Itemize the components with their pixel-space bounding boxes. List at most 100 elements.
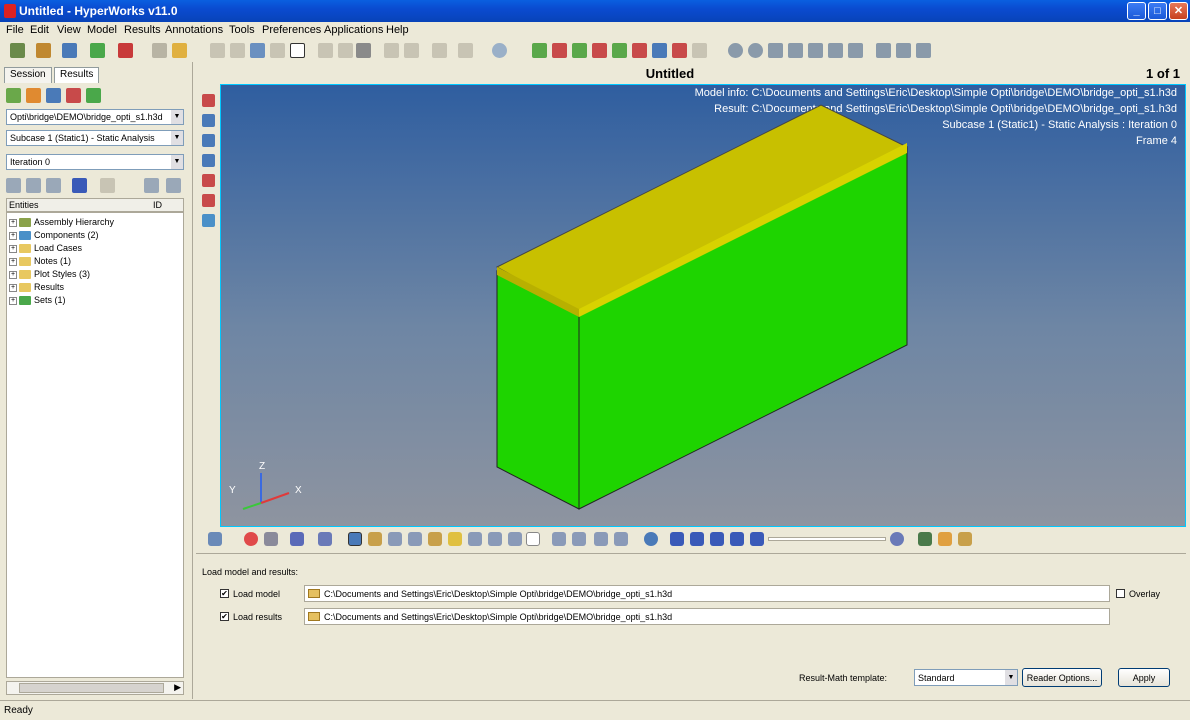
view-user-icon[interactable] xyxy=(672,43,687,58)
menu-annotations[interactable]: Annotations xyxy=(165,24,223,36)
expand-window-icon[interactable] xyxy=(318,43,333,58)
add-page-icon[interactable] xyxy=(250,43,265,58)
view-bottom-icon[interactable] xyxy=(652,43,667,58)
expand-icon[interactable]: + xyxy=(9,231,17,240)
synchronize-icon[interactable] xyxy=(356,43,371,58)
zoom-window-icon[interactable] xyxy=(748,43,763,58)
zoom-icon[interactable] xyxy=(492,43,507,58)
layout-icon[interactable] xyxy=(290,43,305,58)
model-info-icon[interactable] xyxy=(918,532,932,546)
tree-collapse-icon[interactable] xyxy=(26,178,41,193)
legend-icon[interactable] xyxy=(368,532,382,546)
expand-icon[interactable]: + xyxy=(9,218,17,227)
shaded-icon[interactable] xyxy=(290,532,304,546)
save-icon[interactable] xyxy=(62,43,77,58)
measure-icon[interactable] xyxy=(408,532,422,546)
rotate-y-icon[interactable] xyxy=(828,43,843,58)
menu-edit[interactable]: Edit xyxy=(30,24,49,36)
first-frame-icon[interactable] xyxy=(670,532,684,546)
tracking-icon[interactable] xyxy=(428,532,442,546)
vector-icon[interactable] xyxy=(66,88,81,103)
view-right-icon[interactable] xyxy=(612,43,627,58)
tree-item[interactable]: + Components (2) xyxy=(9,230,99,242)
view-left-icon[interactable] xyxy=(592,43,607,58)
page-tool-2-icon[interactable] xyxy=(202,114,215,127)
swap-window-icon[interactable] xyxy=(338,43,353,58)
contour-tool-icon[interactable] xyxy=(348,532,362,546)
view-top-icon[interactable] xyxy=(632,43,647,58)
result-panel-icon[interactable] xyxy=(208,532,222,546)
settings-icon[interactable] xyxy=(890,532,904,546)
chevron-down-icon[interactable]: ▼ xyxy=(171,155,183,169)
overlay-checkbox[interactable] xyxy=(1116,589,1125,598)
rotate-z-icon[interactable] xyxy=(848,43,863,58)
tree-item[interactable]: + Sets (1) xyxy=(9,295,66,307)
next-page-icon[interactable] xyxy=(458,43,473,58)
filter-icon[interactable] xyxy=(508,532,522,546)
load-model-checkbox[interactable]: ✔ xyxy=(220,589,229,598)
animation-speed-slider[interactable] xyxy=(768,537,886,541)
model-view[interactable] xyxy=(221,85,1185,526)
tensor-icon[interactable] xyxy=(86,88,101,103)
menu-help[interactable]: Help xyxy=(386,24,409,36)
rotate-x-icon[interactable] xyxy=(808,43,823,58)
menu-view[interactable]: View xyxy=(57,24,81,36)
expand-icon[interactable]: + xyxy=(9,257,17,266)
redo-icon[interactable] xyxy=(230,43,245,58)
previous-frame-icon[interactable] xyxy=(690,532,704,546)
query-icon[interactable] xyxy=(468,532,482,546)
tree-item[interactable]: + Notes (1) xyxy=(9,256,71,268)
sketch-icon[interactable] xyxy=(594,532,608,546)
chevron-down-icon[interactable]: ▼ xyxy=(171,131,183,145)
show-icon[interactable] xyxy=(144,178,159,193)
template-select[interactable]: Standard ▼ xyxy=(914,669,1018,686)
print-icon[interactable] xyxy=(152,43,167,58)
table-icon[interactable] xyxy=(526,532,540,546)
mesh-icon[interactable] xyxy=(318,532,332,546)
page-tool-6-icon[interactable] xyxy=(202,194,215,207)
tree-item[interactable]: + Assembly Hierarchy xyxy=(9,217,114,229)
export-icon[interactable] xyxy=(118,43,133,58)
tab-session[interactable]: Session xyxy=(4,67,52,83)
subcase-combo[interactable]: Subcase 1 (Static1) - Static Analysis ▼ xyxy=(6,130,184,146)
contour-icon[interactable] xyxy=(26,88,41,103)
probe-icon[interactable] xyxy=(488,532,502,546)
color-icon[interactable] xyxy=(244,532,258,546)
tab-results[interactable]: Results xyxy=(54,67,100,83)
menu-results[interactable]: Results xyxy=(124,24,161,36)
menu-file[interactable]: File xyxy=(6,24,24,36)
load-icon[interactable] xyxy=(6,88,21,103)
load-results-checkbox[interactable]: ✔ xyxy=(220,612,229,621)
entity-display-icon[interactable] xyxy=(72,178,87,193)
pan-icon[interactable] xyxy=(768,43,783,58)
window-layout-1-icon[interactable] xyxy=(876,43,891,58)
pen-icon[interactable] xyxy=(572,532,586,546)
menu-model[interactable]: Model xyxy=(87,24,117,36)
view-back-icon[interactable] xyxy=(572,43,587,58)
hide-icon[interactable] xyxy=(166,178,181,193)
page-tool-4-icon[interactable] xyxy=(202,154,215,167)
export-image-icon[interactable] xyxy=(938,532,952,546)
maximize-button[interactable]: □ xyxy=(1148,2,1167,20)
menu-tools[interactable]: Tools xyxy=(229,24,255,36)
file-combo[interactable]: Opti\bridge\DEMO\bridge_opti_s1.h3d ▼ xyxy=(6,109,184,125)
iteration-combo[interactable]: Iteration 0 ▼ xyxy=(6,154,184,170)
last-frame-icon[interactable] xyxy=(750,532,764,546)
tree-item[interactable]: + Plot Styles (3) xyxy=(9,269,90,281)
section-icon[interactable] xyxy=(388,532,402,546)
next-frame-icon[interactable] xyxy=(730,532,744,546)
previous-page-icon[interactable] xyxy=(432,43,447,58)
note-icon[interactable] xyxy=(448,532,462,546)
page-tool-1-icon[interactable] xyxy=(202,94,215,107)
expand-icon[interactable]: + xyxy=(9,283,17,292)
expand-icon[interactable]: + xyxy=(9,296,17,305)
window-layout-3-icon[interactable] xyxy=(916,43,931,58)
download-icon[interactable] xyxy=(958,532,972,546)
view-list-icon[interactable] xyxy=(692,43,707,58)
open-session-icon[interactable] xyxy=(10,43,25,58)
page-tool-5-icon[interactable] xyxy=(202,174,215,187)
load-model-path-field[interactable]: C:\Documents and Settings\Eric\Desktop\S… xyxy=(304,585,1110,602)
page-tool-3-icon[interactable] xyxy=(202,134,215,147)
tree-item[interactable]: + Results xyxy=(9,282,64,294)
view-front-icon[interactable] xyxy=(552,43,567,58)
